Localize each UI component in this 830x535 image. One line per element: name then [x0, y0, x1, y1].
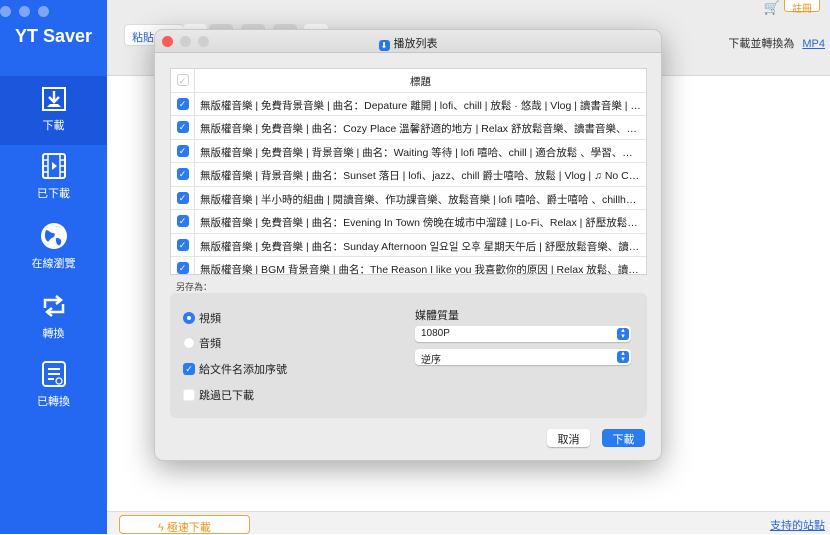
download-icon: [41, 87, 66, 111]
quality-label: 媒體質量: [415, 310, 459, 322]
table-row[interactable]: ✓ 無版權音樂 | BGM 背景音樂 | 曲名：The Reason I like…: [171, 257, 646, 275]
playlist-table: ✓ 標題 ✓ 無版權音樂 | 免費背景音樂 | 曲名：Depature 離開 | …: [170, 68, 647, 275]
sidebar-label: 在線瀏覽: [31, 258, 76, 270]
playlist-icon: ⬇: [378, 40, 390, 51]
turbo-download-button[interactable]: ϟ 極速下載: [119, 515, 250, 534]
playlist-dialog: ⬇ 播放列表 ✓ 標題 ✓ 無版權音樂 | 免費背景音樂 | 曲名：Depature…: [154, 29, 662, 461]
row-title: 無版權音樂 | 免費音樂 | 曲名：Cozy Place 溫馨舒適的地方 | R…: [200, 123, 646, 135]
register-button[interactable]: 註冊: [784, 0, 820, 15]
film-icon: [41, 153, 66, 179]
table-row[interactable]: ✓ 無版權音樂 | 免費音樂 | 背景音樂 | 曲名：Waiting 等待 | l…: [171, 139, 646, 163]
quality-select[interactable]: 1080P ▴ ▾: [415, 326, 631, 342]
updown-icon: ▴ ▾: [617, 327, 629, 340]
audio-radio[interactable]: 音頻: [183, 335, 221, 351]
order-value: 逆序: [421, 355, 441, 366]
globe-icon: [40, 223, 67, 249]
quality-value: 1080P: [421, 328, 450, 339]
audio-label: 音頻: [199, 338, 221, 350]
row-checkbox[interactable]: ✓: [176, 121, 189, 134]
sidebar-label: 下載: [42, 120, 65, 132]
order-select[interactable]: 逆序 ▴ ▾: [415, 349, 631, 366]
row-checkbox[interactable]: ✓: [176, 215, 189, 228]
sidebar-label: 轉換: [42, 328, 65, 340]
app-title: YT Saver: [14, 26, 93, 46]
table-row[interactable]: ✓ 無版權音樂 | 背景音樂 | 曲名：Sunset 落日 | lofi、jazz…: [171, 163, 646, 187]
sidebar-item-download[interactable]: 下載: [0, 76, 107, 145]
row-title: 無版權音樂 | BGM 背景音樂 | 曲名：The Reason I like …: [200, 264, 646, 275]
row-title: 無版權音樂 | 免費音樂 | 曲名：Sunday Afternoon 일요일 오…: [200, 240, 646, 253]
row-checkbox[interactable]: ✓: [176, 144, 189, 157]
row-title: 無版權音樂 | 免費音樂 | 背景音樂 | 曲名：Waiting 等待 | lo…: [200, 146, 642, 159]
convert-icon: [43, 295, 64, 317]
skip-downloaded-checkbox[interactable]: 跳過已下載: [183, 387, 254, 403]
sidebar-item-converted[interactable]: 已轉換: [0, 360, 107, 429]
row-checkbox[interactable]: ✓: [176, 97, 189, 110]
row-checkbox[interactable]: ✓: [176, 262, 189, 274]
row-title: 無版權音樂 | 半小時的組曲 | 閱讀音樂、作功課音樂、放鬆音樂 | lofi …: [200, 193, 646, 206]
table-row[interactable]: ✓ 無版權音樂 | 免費背景音樂 | 曲名：Depature 離開 | lofi、…: [171, 92, 646, 116]
table-row[interactable]: ✓ 無版權音樂 | 半小時的組曲 | 閱讀音樂、作功課音樂、放鬆音樂 | lofi…: [171, 186, 646, 210]
minimize-button[interactable]: [180, 36, 191, 47]
table-header: ✓ 標題: [171, 69, 646, 93]
add-index-checkbox[interactable]: ✓ 給文件名添加序號: [183, 361, 287, 377]
row-checkbox[interactable]: ✓: [176, 191, 189, 204]
dialog-title: 播放列表: [393, 38, 438, 50]
format-link[interactable]: MP4: [802, 38, 825, 50]
zoom-button[interactable]: [198, 36, 209, 47]
row-title: 無版權音樂 | 免費音樂 | 曲名：Evening In Town 傍晚在城市中…: [200, 217, 646, 229]
save-as-label: 另存為：: [176, 282, 213, 292]
video-radio[interactable]: 視頻: [183, 310, 221, 326]
cart-icon[interactable]: 🛒: [764, 0, 780, 16]
download-button[interactable]: 下載: [602, 429, 645, 447]
bottom-bar: ϟ 極速下載 支持的站點: [107, 511, 830, 534]
turbo-label: 極速下載: [166, 522, 211, 534]
close-button[interactable]: [162, 36, 173, 47]
row-title: 無版權音樂 | 免費背景音樂 | 曲名：Depature 離開 | lofi、c…: [200, 99, 646, 112]
dialog-window-controls[interactable]: [162, 36, 209, 47]
column-header-title: 標題: [410, 76, 431, 88]
dialog-titlebar: ⬇ 播放列表: [155, 30, 661, 53]
table-row[interactable]: ✓ 無版權音樂 | 免費音樂 | 曲名：Sunday Afternoon 일요일 …: [171, 233, 646, 257]
select-all-checkbox[interactable]: ✓: [176, 74, 189, 87]
options-panel: 視頻 音頻 ✓ 給文件名添加序號 跳過已下載 媒體質量 1080P ▴ ▾ 逆序 ▴ ▾: [170, 293, 647, 418]
sidebar-item-downloaded[interactable]: 已下載: [0, 152, 107, 221]
updown-icon: ▴ ▾: [617, 350, 629, 363]
convert-label: 下載並轉換為: [728, 38, 795, 50]
cancel-button[interactable]: 取消: [547, 429, 590, 447]
row-title: 無版權音樂 | 背景音樂 | 曲名：Sunset 落日 | lofi、jazz、…: [200, 170, 644, 182]
row-checkbox[interactable]: ✓: [176, 238, 189, 251]
table-row[interactable]: ✓ 無版權音樂 | 免費音樂 | 曲名：Cozy Place 溫馨舒適的地方 | …: [171, 116, 646, 140]
lightning-icon: ϟ: [158, 522, 167, 534]
window-controls[interactable]: [0, 6, 49, 17]
sidebar-item-convert[interactable]: 轉換: [0, 292, 107, 361]
row-checkbox[interactable]: ✓: [176, 168, 189, 181]
sidebar-label: 已轉換: [37, 396, 70, 408]
converted-list-icon: [41, 361, 66, 387]
supported-sites-link[interactable]: 支持的站點: [770, 517, 825, 533]
sidebar: YT Saver 下載 已下載 在線瀏覽 轉換 已轉換: [0, 0, 107, 534]
add-index-label: 給文件名添加序號: [199, 364, 287, 376]
sidebar-item-browse[interactable]: 在線瀏覽: [0, 222, 107, 291]
video-label: 視頻: [199, 313, 221, 325]
convert-format: 下載並轉換為 MP4: [728, 35, 825, 51]
skip-downloaded-label: 跳過已下載: [199, 390, 254, 402]
sidebar-label: 已下載: [37, 188, 70, 200]
table-row[interactable]: ✓ 無版權音樂 | 免費音樂 | 曲名：Evening In Town 傍晚在城市…: [171, 210, 646, 234]
